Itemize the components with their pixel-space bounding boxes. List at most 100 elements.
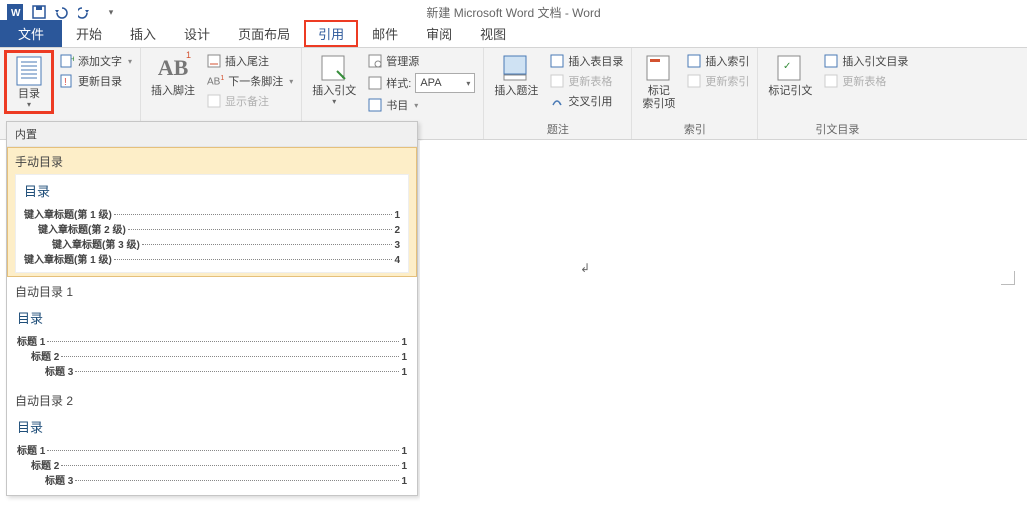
insert-index-button[interactable]: 插入索引: [683, 52, 753, 70]
next-footnote-icon: AB1: [207, 75, 224, 87]
mark-citation-icon: ✓: [774, 52, 806, 84]
svg-text:+: +: [71, 54, 74, 64]
insert-caption-label: 插入题注: [494, 85, 538, 98]
toc-preview-heading: 目录: [17, 417, 407, 436]
add-text-icon: +: [60, 54, 74, 68]
bibliography-button[interactable]: 书目▾: [364, 96, 479, 114]
update-table-label: 更新表格: [568, 73, 612, 89]
toc-option-auto1-preview: 目录 标题 11标题 21标题 31: [15, 304, 409, 382]
update-toa-button: 更新表格: [820, 72, 912, 90]
tab-home[interactable]: 开始: [62, 20, 116, 47]
mark-citation-label: 标记引文: [768, 85, 812, 98]
toc-option-auto2-title: 自动目录 2: [15, 392, 409, 409]
update-toc-icon: !: [60, 74, 74, 88]
toc-option-auto2-preview: 目录 标题 11标题 21标题 31: [15, 413, 409, 491]
insert-index-label: 插入索引: [705, 53, 749, 69]
tab-review[interactable]: 审阅: [412, 20, 466, 47]
tab-mailings[interactable]: 邮件: [358, 20, 412, 47]
style-value: APA: [420, 77, 441, 89]
toc-dropdown: 内置 手动目录 目录 键入章标题(第 1 级)1键入章标题(第 2 级)2键入章…: [6, 121, 418, 496]
tab-insert[interactable]: 插入: [116, 20, 170, 47]
toc-preview-heading: 目录: [17, 308, 407, 327]
add-text-label: 添加文字: [78, 53, 122, 69]
footnote-icon: AB1: [157, 52, 189, 84]
toc-dropdown-header: 内置: [7, 122, 417, 147]
toc-line: 标题 11: [17, 333, 407, 348]
show-notes-icon: [207, 94, 221, 108]
tab-references[interactable]: 引用: [304, 20, 358, 47]
update-toa-icon: [824, 74, 838, 88]
toc-option-auto2[interactable]: 自动目录 2 目录 标题 11标题 21标题 31: [7, 386, 417, 495]
toc-line: 标题 31: [17, 363, 407, 378]
manage-sources-label: 管理源: [386, 53, 419, 69]
insert-toa-label: 插入引文目录: [842, 53, 908, 69]
show-notes-label: 显示备注: [225, 93, 269, 109]
toc-option-manual-title: 手动目录: [15, 153, 409, 170]
insert-endnote-label: 插入尾注: [225, 53, 269, 69]
cursor-mark-icon: ↲: [580, 261, 590, 275]
chevron-down-icon: ▾: [332, 98, 336, 106]
insert-citation-button[interactable]: 插入引文 ▾: [306, 50, 362, 108]
insert-endnote-button[interactable]: 插入尾注: [203, 52, 297, 70]
document-area[interactable]: ↲: [420, 141, 1027, 523]
group-captions-label: 题注: [484, 120, 631, 139]
toc-icon: [13, 55, 45, 87]
update-toc-button[interactable]: ! 更新目录: [56, 72, 136, 90]
toc-option-auto1[interactable]: 自动目录 1 目录 标题 11标题 21标题 31: [7, 277, 417, 386]
insert-toa-button[interactable]: 插入引文目录: [820, 52, 912, 70]
toc-line: 键入章标题(第 3 级)3: [24, 236, 400, 251]
cross-ref-label: 交叉引用: [568, 93, 612, 109]
style-icon: [368, 76, 382, 90]
group-captions: 插入题注 插入表目录 更新表格 交叉引用 题注: [484, 48, 632, 139]
toc-line: 键入章标题(第 2 级)2: [24, 221, 400, 236]
insert-footnote-button[interactable]: AB1 插入脚注: [145, 50, 201, 100]
insert-index-icon: [687, 54, 701, 68]
insert-tof-button[interactable]: 插入表目录: [546, 52, 627, 70]
manage-sources-icon: [368, 54, 382, 68]
toc-lines: 标题 11标题 21标题 31: [17, 333, 407, 378]
update-toc-label: 更新目录: [78, 73, 122, 89]
style-select[interactable]: APA▾: [415, 73, 475, 93]
bibliography-label: 书目: [386, 97, 408, 113]
manage-sources-button[interactable]: 管理源: [364, 52, 479, 70]
toc-preview-heading: 目录: [24, 181, 400, 200]
citation-icon: [318, 52, 350, 84]
toc-button[interactable]: 目录 ▾: [4, 50, 54, 114]
window-title: 新建 Microsoft Word 文档 - Word: [426, 4, 600, 21]
toc-option-auto1-title: 自动目录 1: [15, 283, 409, 300]
mark-entry-icon: [643, 52, 675, 84]
ribbon-tabs: 文件 开始 插入 设计 页面布局 引用 邮件 审阅 视图: [0, 24, 1027, 48]
next-footnote-button[interactable]: AB1 下一条脚注▾: [203, 72, 297, 90]
toc-lines: 键入章标题(第 1 级)1键入章标题(第 2 级)2键入章标题(第 3 级)3键…: [24, 206, 400, 266]
tab-design[interactable]: 设计: [170, 20, 224, 47]
style-label: 样式:: [386, 75, 411, 91]
page-corner-icon: [1001, 271, 1015, 285]
toc-lines: 标题 11标题 21标题 31: [17, 442, 407, 487]
update-index-button: 更新索引: [683, 72, 753, 90]
update-index-icon: [687, 74, 701, 88]
tab-file[interactable]: 文件: [0, 20, 62, 47]
add-text-button[interactable]: + 添加文字▾: [56, 52, 136, 70]
group-toa-label: 引文目录: [758, 120, 916, 139]
mark-citation-button[interactable]: ✓ 标记引文: [762, 50, 818, 100]
insert-caption-button[interactable]: 插入题注: [488, 50, 544, 100]
chevron-down-icon: ▾: [27, 101, 31, 109]
insert-toa-icon: [824, 54, 838, 68]
style-row: 样式: APA▾: [364, 72, 479, 94]
tab-view[interactable]: 视图: [466, 20, 520, 47]
update-table-icon: [550, 74, 564, 88]
tab-layout[interactable]: 页面布局: [224, 20, 304, 47]
update-table-button: 更新表格: [546, 72, 627, 90]
cross-ref-button[interactable]: 交叉引用: [546, 92, 627, 110]
toc-line: 键入章标题(第 1 级)4: [24, 251, 400, 266]
toc-line: 标题 21: [17, 348, 407, 363]
toc-line: 标题 21: [17, 457, 407, 472]
insert-footnote-label: 插入脚注: [151, 85, 195, 98]
svg-text:✓: ✓: [783, 61, 791, 72]
bibliography-icon: [368, 98, 382, 112]
update-index-label: 更新索引: [705, 73, 749, 89]
toc-option-manual-preview: 目录 键入章标题(第 1 级)1键入章标题(第 2 级)2键入章标题(第 3 级…: [15, 174, 409, 273]
tof-icon: [550, 54, 564, 68]
toc-option-manual[interactable]: 手动目录 目录 键入章标题(第 1 级)1键入章标题(第 2 级)2键入章标题(…: [7, 147, 417, 277]
mark-entry-button[interactable]: 标记 索引项: [636, 50, 681, 113]
